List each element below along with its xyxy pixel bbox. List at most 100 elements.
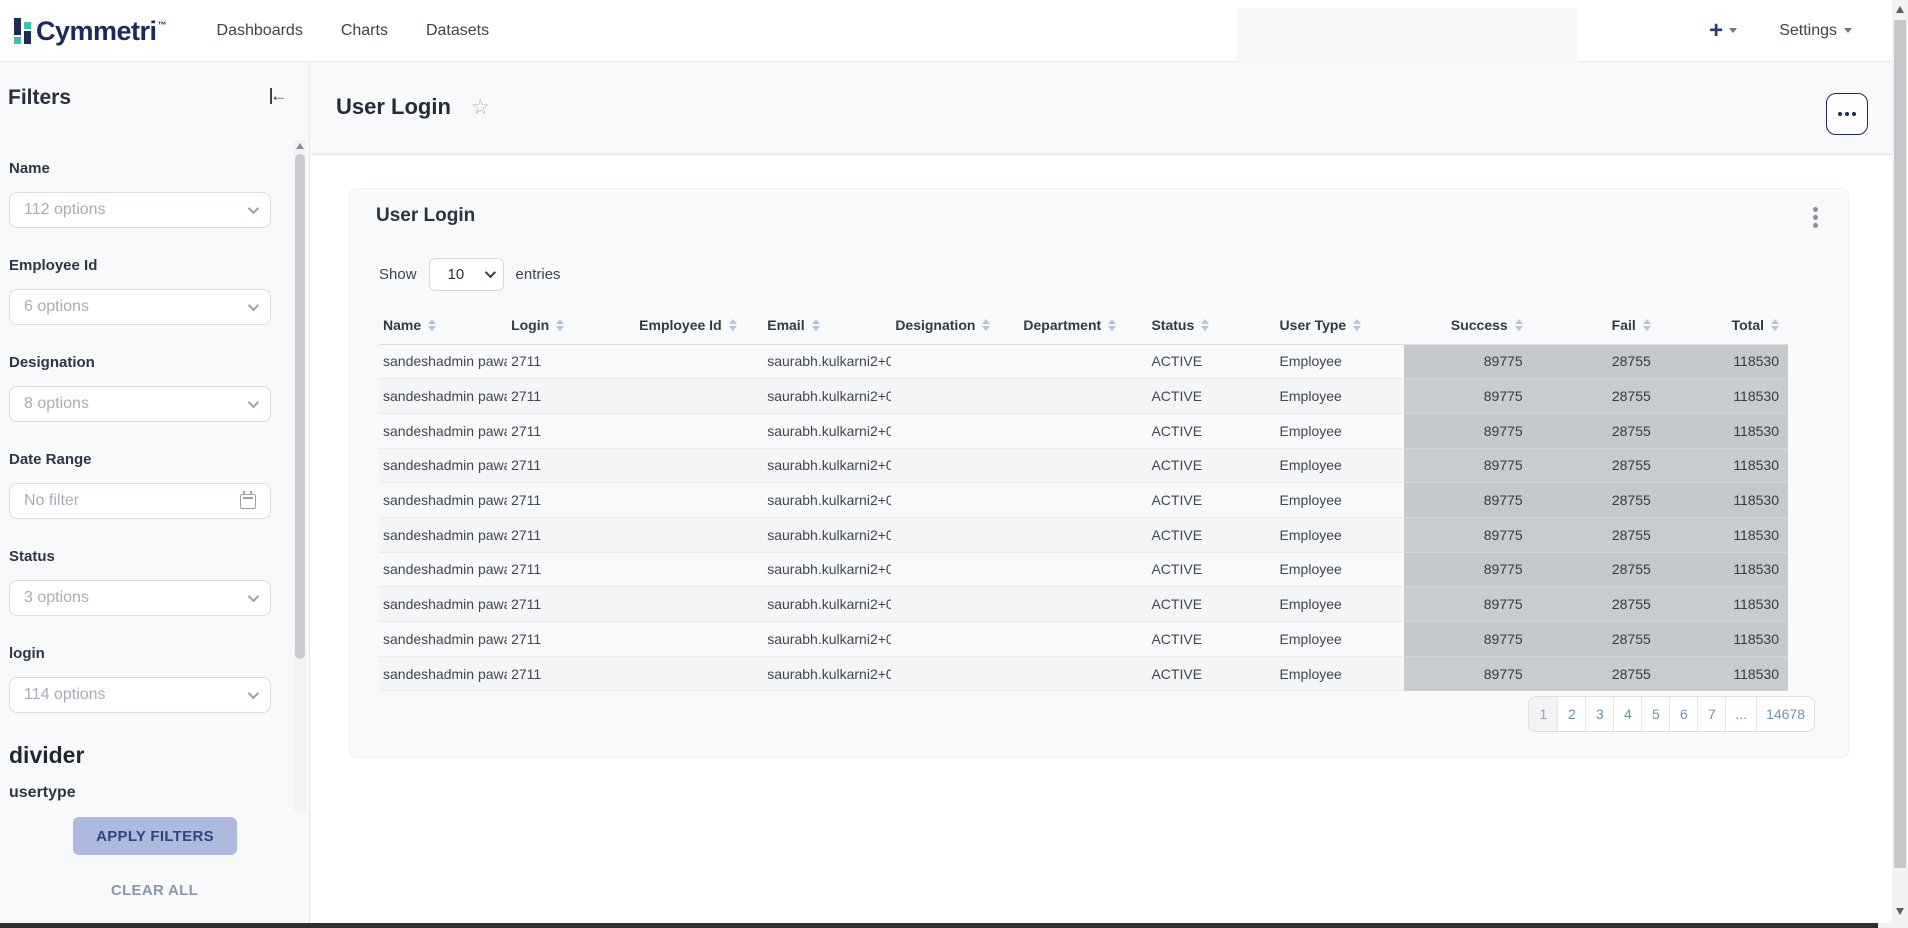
page-button-7[interactable]: 7 — [1697, 697, 1725, 731]
page-button-1[interactable]: 1 — [1529, 697, 1557, 731]
cell-department — [1019, 483, 1147, 518]
filter-label: login — [9, 645, 291, 663]
page-size-select[interactable]: 10 — [429, 258, 504, 291]
sidebar-scrollbar[interactable] — [294, 140, 306, 812]
filter-select[interactable]: 114 options — [9, 677, 271, 713]
cell-name: sandeshadmin pawar — [379, 587, 507, 622]
column-header-employee_id[interactable]: Employee Id — [635, 306, 763, 344]
kebab-menu-icon[interactable] — [1813, 207, 1818, 228]
nav-item-datasets[interactable]: Datasets — [426, 22, 489, 40]
sort-icon — [1771, 319, 1779, 331]
cell-login: 2711 — [507, 483, 635, 518]
cell-total: 118530 — [1660, 587, 1788, 622]
cell-success: 89775 — [1404, 517, 1532, 552]
sidebar-scrollbar-thumb[interactable] — [295, 154, 305, 659]
column-header-status[interactable]: Status — [1147, 306, 1275, 344]
header-actions: + Settings — [1709, 19, 1852, 43]
page-header-bar: User Login ☆ — [311, 62, 1892, 155]
cell-login: 2711 — [507, 379, 635, 414]
cell-email: saurabh.kulkarni2+055@unotechsoft.com — [763, 587, 891, 622]
chevron-down-icon — [1729, 28, 1737, 33]
cell-login: 2711 — [507, 344, 635, 379]
favorite-star-icon[interactable]: ☆ — [471, 95, 490, 119]
cell-employee_id — [635, 587, 763, 622]
column-header-user_type[interactable]: User Type — [1276, 306, 1404, 344]
filter-label: usertype — [9, 784, 291, 802]
filter-value: 6 options — [24, 298, 248, 316]
chevron-down-icon — [248, 397, 259, 408]
cell-name: sandeshadmin pawar — [379, 379, 507, 414]
collapse-sidebar-button[interactable]: ← — [270, 88, 287, 104]
horizontal-scrollbar[interactable] — [0, 923, 1908, 928]
filter-label: Employee Id — [9, 257, 291, 275]
column-header-designation[interactable]: Designation — [891, 306, 1019, 344]
nav-item-charts[interactable]: Charts — [341, 22, 388, 40]
filter-select[interactable]: 112 options — [9, 192, 271, 228]
cell-success: 89775 — [1404, 587, 1532, 622]
cell-name: sandeshadmin pawar — [379, 483, 507, 518]
brand-logo[interactable]: Cymmetri ™ — [14, 14, 167, 48]
page-button-3[interactable]: 3 — [1585, 697, 1613, 731]
column-label: Login — [511, 317, 549, 333]
settings-menu-button[interactable]: Settings — [1779, 22, 1852, 40]
column-label: Email — [767, 317, 804, 333]
table-header-row: NameLogin Employee IdEmail DesignationDepa… — [379, 306, 1788, 344]
horizontal-scrollbar-thumb[interactable] — [0, 923, 1878, 928]
filter-date-input[interactable]: No filter — [9, 483, 271, 519]
page-ellipsis[interactable]: ... — [1725, 697, 1756, 731]
column-header-department[interactable]: Department — [1019, 306, 1147, 344]
scroll-down-icon[interactable] — [1896, 908, 1904, 915]
cell-email: saurabh.kulkarni2+055@unotechsoft.com — [763, 448, 891, 483]
sort-icon — [1201, 319, 1209, 331]
scroll-up-icon[interactable] — [1896, 6, 1904, 13]
cell-total: 118530 — [1660, 483, 1788, 518]
filter-select[interactable]: 8 options — [9, 386, 271, 422]
filter-select[interactable]: 6 options — [9, 289, 271, 325]
nav-item-dashboards[interactable]: Dashboards — [217, 22, 303, 40]
filters-title: Filters — [8, 86, 71, 110]
entries-label: entries — [516, 266, 561, 283]
filter-select[interactable]: 3 options — [9, 580, 271, 616]
cell-department — [1019, 552, 1147, 587]
cell-name: sandeshadmin pawar — [379, 622, 507, 657]
vertical-scrollbar[interactable] — [1892, 0, 1908, 923]
column-header-total[interactable]: Total — [1660, 306, 1788, 344]
cell-designation — [891, 483, 1019, 518]
vertical-scrollbar-thumb[interactable] — [1894, 20, 1906, 868]
column-header-success[interactable]: Success — [1404, 306, 1532, 344]
user-login-card: User Login Show 10 entries NameLoginEmpl… — [349, 188, 1849, 758]
table-row: sandeshadmin pawar2711saurabh.kulkarni2+… — [379, 344, 1788, 379]
page-button-2[interactable]: 2 — [1557, 697, 1585, 731]
chevron-down-icon — [248, 203, 259, 214]
page-button-5[interactable]: 5 — [1641, 697, 1669, 731]
clear-all-button[interactable]: CLEAR ALL — [0, 882, 309, 899]
cell-fail: 28755 — [1532, 413, 1660, 448]
column-header-login[interactable]: Login — [507, 306, 635, 344]
page-button-4[interactable]: 4 — [1613, 697, 1641, 731]
column-label: Department — [1023, 317, 1101, 333]
chevron-down-icon — [248, 300, 259, 311]
filter-label: Status — [9, 548, 291, 566]
column-label: Total — [1732, 317, 1764, 333]
column-header-name[interactable]: Name — [379, 306, 507, 344]
apply-filters-button[interactable]: APPLY FILTERS — [73, 817, 237, 855]
main-nav: Dashboards Charts Datasets — [217, 22, 490, 40]
cell-email: saurabh.kulkarni2+055@unotechsoft.com — [763, 379, 891, 414]
scroll-up-icon[interactable] — [296, 143, 304, 149]
cell-total: 118530 — [1660, 379, 1788, 414]
page-button-14678[interactable]: 14678 — [1756, 697, 1814, 731]
filter-label: Name — [9, 160, 291, 178]
cell-login: 2711 — [507, 587, 635, 622]
more-options-button[interactable] — [1826, 93, 1868, 135]
main-content: User Login ☆ User Login Show 10 entries … — [311, 62, 1892, 923]
column-header-email[interactable]: Email — [763, 306, 891, 344]
table-row: sandeshadmin pawar2711saurabh.kulkarni2+… — [379, 448, 1788, 483]
cell-department — [1019, 448, 1147, 483]
column-header-fail[interactable]: Fail — [1532, 306, 1660, 344]
cell-fail: 28755 — [1532, 448, 1660, 483]
add-menu-button[interactable]: + — [1709, 19, 1737, 43]
cell-login: 2711 — [507, 656, 635, 691]
cell-department — [1019, 622, 1147, 657]
cell-login: 2711 — [507, 517, 635, 552]
page-button-6[interactable]: 6 — [1669, 697, 1697, 731]
